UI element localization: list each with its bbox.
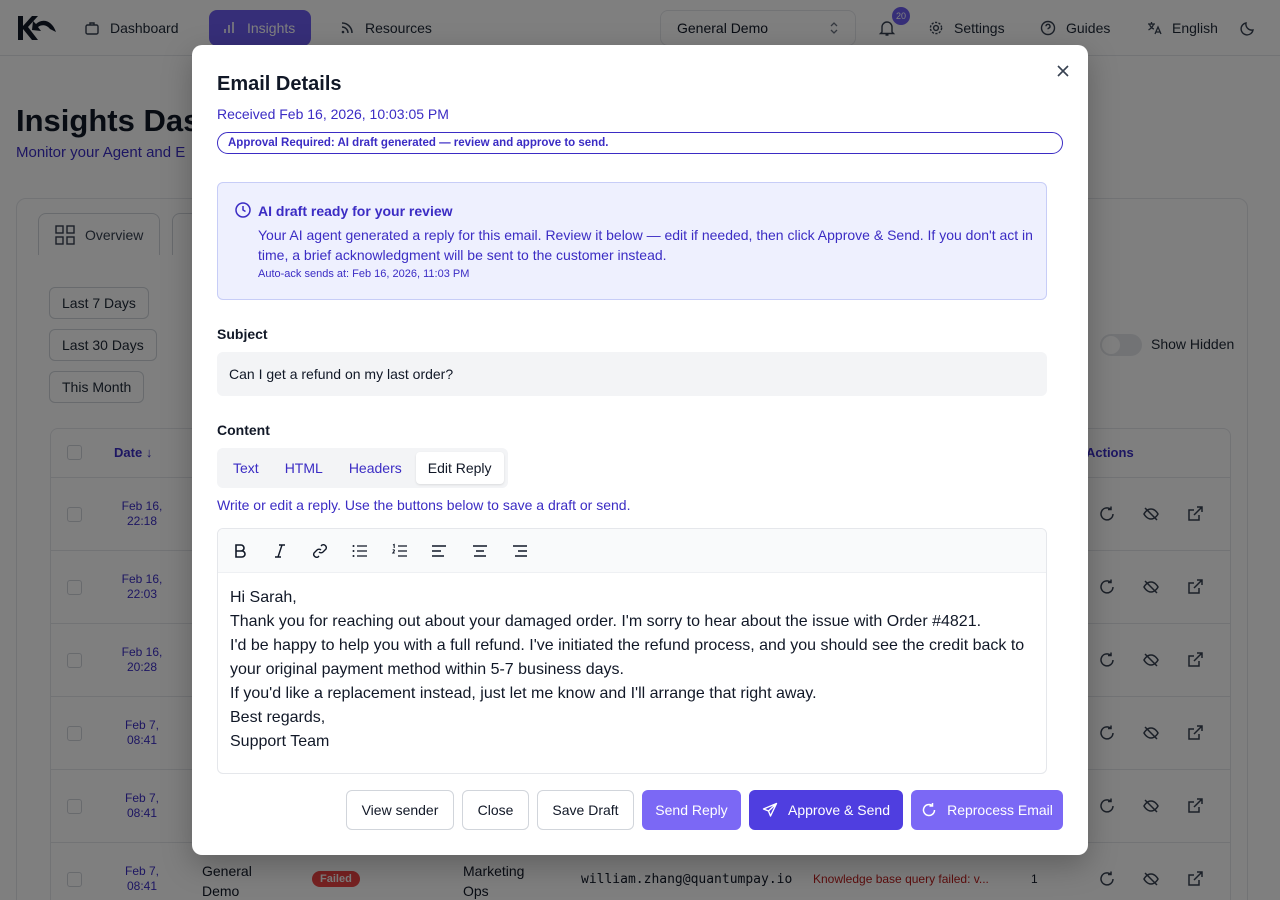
- modal-title: Email Details: [217, 73, 342, 95]
- reply-editor[interactable]: Hi Sarah, Thank you for reaching out abo…: [217, 528, 1047, 774]
- bold-icon[interactable]: [231, 542, 249, 560]
- bullet-list-icon[interactable]: [351, 542, 369, 560]
- approve-send-button[interactable]: Approve & Send: [749, 790, 903, 830]
- reprocess-label: Reprocess Email: [947, 802, 1053, 818]
- approval-required-badge: Approval Required: AI draft generated — …: [217, 132, 1063, 154]
- notice-body: Your AI agent generated a reply for this…: [258, 227, 1033, 263]
- received-timestamp: Received Feb 16, 2026, 10:03:05 PM: [217, 106, 449, 122]
- clock-icon: [235, 202, 251, 218]
- editor-toolbar: [218, 529, 1046, 573]
- reply-line: Hi Sarah,: [230, 589, 297, 606]
- subject-label: Subject: [217, 326, 268, 342]
- email-details-modal: Email Details Received Feb 16, 2026, 10:…: [192, 45, 1088, 855]
- tab-edit-reply[interactable]: Edit Reply: [415, 452, 504, 484]
- send-icon: [762, 802, 778, 817]
- reply-line: Thank you for reaching out about your da…: [230, 613, 982, 630]
- reply-line: Best regards,: [230, 709, 326, 726]
- reply-body[interactable]: Hi Sarah, Thank you for reaching out abo…: [230, 586, 1040, 754]
- save-draft-button[interactable]: Save Draft: [537, 790, 634, 830]
- notice-title: AI draft ready for your review: [258, 203, 453, 219]
- view-sender-button[interactable]: View sender: [346, 790, 454, 830]
- tab-headers[interactable]: Headers: [337, 452, 414, 484]
- edit-reply-hint: Write or edit a reply. Use the buttons b…: [217, 497, 631, 513]
- link-icon[interactable]: [311, 542, 329, 560]
- align-right-icon[interactable]: [511, 542, 529, 560]
- reprocess-email-button[interactable]: Reprocess Email: [911, 790, 1063, 830]
- content-tabs: Text HTML Headers Edit Reply: [217, 448, 508, 488]
- reply-line: I'd be happy to help you with a full ref…: [230, 637, 1025, 678]
- reply-line: Support Team: [230, 733, 330, 750]
- refresh-icon: [922, 803, 936, 817]
- ai-draft-notice: AI draft ready for your review Your AI a…: [217, 182, 1047, 300]
- tab-text[interactable]: Text: [221, 452, 271, 484]
- close-button[interactable]: Close: [462, 790, 529, 830]
- tab-html[interactable]: HTML: [273, 452, 335, 484]
- auto-ack-time: Auto-ack sends at: Feb 16, 2026, 11:03 P…: [258, 268, 470, 280]
- approve-send-label: Approve & Send: [788, 802, 890, 818]
- subject-field: Can I get a refund on my last order?: [217, 352, 1047, 396]
- reply-line: If you'd like a replacement instead, jus…: [230, 685, 817, 702]
- align-center-icon[interactable]: [471, 542, 489, 560]
- send-reply-button[interactable]: Send Reply: [642, 790, 741, 830]
- content-label: Content: [217, 422, 270, 438]
- italic-icon[interactable]: [271, 542, 289, 560]
- align-left-icon[interactable]: [430, 542, 448, 560]
- close-icon[interactable]: [1054, 62, 1072, 80]
- numbered-list-icon[interactable]: [391, 542, 409, 560]
